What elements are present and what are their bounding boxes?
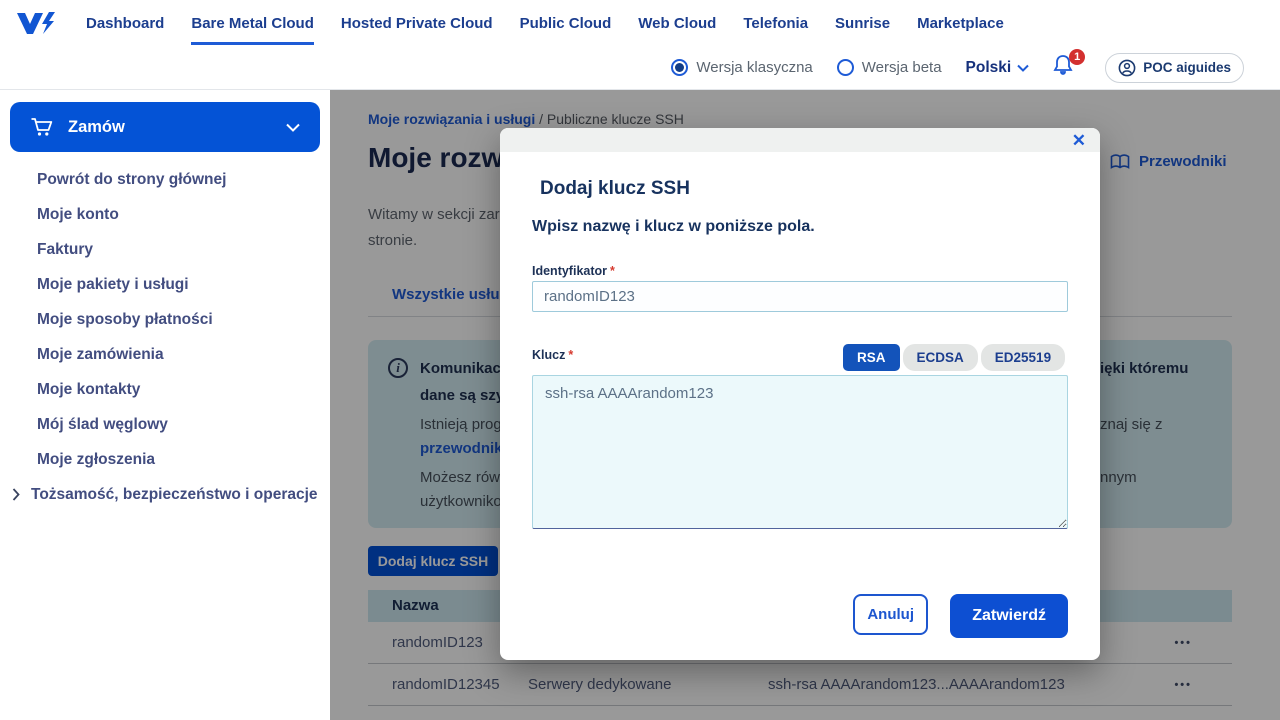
brand-logo-icon: [14, 8, 58, 38]
key-value-textarea[interactable]: ssh-rsa AAAArandom123: [532, 375, 1068, 529]
key-type-segmented-control: RSA ECDSA ED25519: [843, 344, 1066, 371]
key-label: Klucz *: [532, 348, 574, 362]
sidebar-item-tickets[interactable]: Moje zgłoszenia: [0, 442, 330, 477]
nav-item-sunrise[interactable]: Sunrise: [835, 9, 890, 38]
radio-selected-icon: [671, 59, 689, 76]
sidebar-item-invoices[interactable]: Faktury: [0, 232, 330, 267]
account-menu-button[interactable]: POC aiguides: [1105, 52, 1244, 83]
order-button[interactable]: Zamów: [10, 102, 320, 152]
required-asterisk: *: [568, 348, 574, 362]
account-name: POC aiguides: [1143, 60, 1231, 75]
nav-item-dashboard[interactable]: Dashboard: [86, 9, 164, 38]
chevron-right-icon: [12, 488, 20, 501]
sidebar-item-home[interactable]: Powrót do strony głównej: [0, 162, 330, 197]
sidebar-item-contacts[interactable]: Moje kontakty: [0, 372, 330, 407]
cart-icon: [31, 118, 53, 136]
chevron-down-icon: [286, 123, 300, 132]
sidebar-item-orders[interactable]: Moje zamówienia: [0, 337, 330, 372]
version-classic-radio[interactable]: Wersja klasyczna: [671, 59, 813, 76]
submit-button[interactable]: Zatwierdź: [950, 594, 1068, 638]
chevron-down-icon: [1017, 64, 1029, 72]
sidebar-item-identity-security[interactable]: Tożsamość, bezpieczeństwo i operacje: [0, 477, 330, 512]
key-type-ecdsa[interactable]: ECDSA: [902, 344, 978, 371]
cancel-button[interactable]: Anuluj: [853, 594, 928, 635]
top-navigation-bar: Dashboard Bare Metal Cloud Hosted Privat…: [0, 0, 1280, 46]
add-ssh-key-modal: ✕ Dodaj klucz SSH Wpisz nazwę i klucz w …: [500, 128, 1100, 660]
identifier-label: Identyfikator *: [532, 264, 615, 278]
sidebar: Zamów Powrót do strony głównej Moje kont…: [0, 90, 330, 720]
nav-item-bare-metal-cloud[interactable]: Bare Metal Cloud: [191, 9, 314, 45]
nav-item-hosted-private-cloud[interactable]: Hosted Private Cloud: [341, 9, 493, 38]
sidebar-item-packages-services[interactable]: Moje pakiety i usługi: [0, 267, 330, 302]
modal-title: Dodaj klucz SSH: [540, 178, 690, 199]
nav-item-marketplace[interactable]: Marketplace: [917, 9, 1004, 38]
language-selector[interactable]: Polski: [966, 59, 1030, 77]
key-type-rsa[interactable]: RSA: [843, 344, 900, 371]
sidebar-item-payment-methods[interactable]: Moje sposoby płatności: [0, 302, 330, 337]
radio-unselected-icon: [836, 59, 854, 76]
version-classic-label: Wersja klasyczna: [696, 59, 813, 76]
nav-item-telefonia[interactable]: Telefonia: [743, 9, 808, 38]
modal-header-strip: [500, 128, 1100, 152]
notification-count-badge: 1: [1069, 49, 1086, 65]
sidebar-menu: Powrót do strony głównej Moje konto Fakt…: [0, 162, 330, 512]
key-type-ed25519[interactable]: ED25519: [980, 344, 1066, 371]
sidebar-item-carbon-footprint[interactable]: Mój ślad węglowy: [0, 407, 330, 442]
language-label: Polski: [965, 58, 1012, 76]
close-icon[interactable]: ✕: [1072, 130, 1086, 152]
required-asterisk: *: [610, 264, 615, 278]
version-beta-label: Wersja beta: [861, 59, 942, 76]
sidebar-item-account[interactable]: Moje konto: [0, 197, 330, 232]
modal-subtitle: Wpisz nazwę i klucz w poniższe pola.: [532, 218, 815, 235]
utility-bar: Wersja klasyczna Wersja beta Polski 1 PO…: [0, 46, 1280, 90]
version-beta-radio[interactable]: Wersja beta: [836, 59, 942, 76]
order-button-label: Zamów: [68, 117, 125, 136]
user-icon: [1118, 59, 1136, 76]
nav-item-web-cloud[interactable]: Web Cloud: [638, 9, 716, 38]
nav-item-public-cloud[interactable]: Public Cloud: [520, 9, 612, 38]
sidebar-item-label: Tożsamość, bezpieczeństwo i operacje: [31, 486, 318, 503]
identifier-input[interactable]: [532, 281, 1068, 312]
notifications-button[interactable]: 1: [1053, 49, 1086, 81]
primary-nav: Dashboard Bare Metal Cloud Hosted Privat…: [86, 9, 1004, 45]
